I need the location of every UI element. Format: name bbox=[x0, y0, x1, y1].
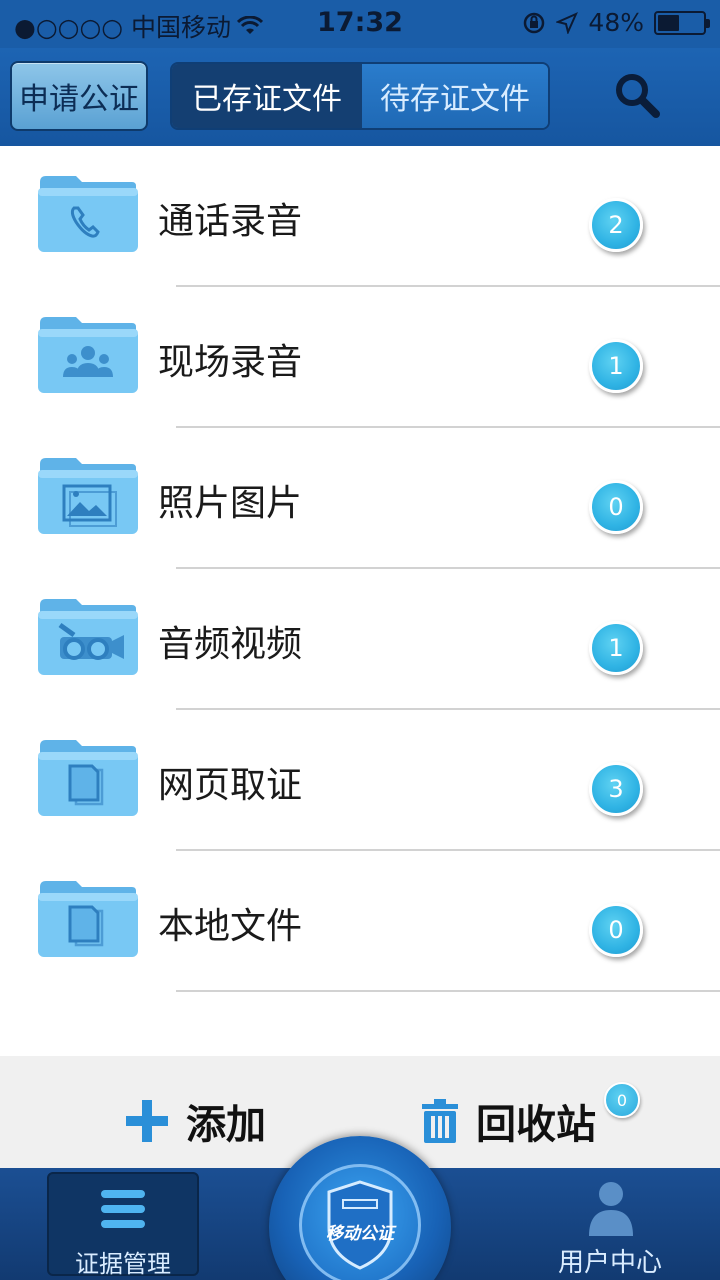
add-label: 添加 bbox=[186, 1102, 266, 1148]
nav-bar: 申请公证 已存证文件 待存证文件 bbox=[0, 48, 720, 146]
count-badge: 1 bbox=[589, 339, 643, 393]
trash-icon bbox=[422, 1099, 458, 1143]
add-button[interactable]: 添加 bbox=[124, 1092, 266, 1150]
count-badge: 1 bbox=[589, 621, 643, 675]
search-icon[interactable] bbox=[612, 70, 662, 120]
list-item-web-evidence[interactable]: 网页取证 3 bbox=[0, 710, 720, 851]
recycle-bin-button[interactable]: 回收站 bbox=[420, 1092, 596, 1150]
folder-phone-icon bbox=[38, 176, 138, 252]
list-item-photos[interactable]: 照片图片 0 bbox=[0, 428, 720, 569]
list-item-audio-video[interactable]: 音频视频 1 bbox=[0, 569, 720, 710]
recycle-label: 回收站 bbox=[476, 1102, 596, 1148]
battery-level bbox=[658, 14, 680, 31]
item-label: 现场录音 bbox=[158, 342, 303, 383]
list-item-call-recording[interactable]: 通话录音 2 bbox=[0, 146, 720, 287]
count-badge: 0 bbox=[589, 480, 643, 534]
tab-stored-files[interactable]: 已存证文件 bbox=[172, 64, 362, 128]
list-item-local-files[interactable]: 本地文件 0 bbox=[0, 851, 720, 992]
tab-user-center[interactable]: 用户中心 bbox=[540, 1172, 680, 1278]
status-bar: ●○○○○ 中国移动 17:32 48% bbox=[0, 0, 720, 48]
count-badge: 3 bbox=[589, 762, 643, 816]
tab-user-label: 用户中心 bbox=[557, 1248, 662, 1278]
menu-icon bbox=[101, 1190, 145, 1228]
item-label: 音频视频 bbox=[158, 624, 303, 665]
recycle-count-badge: 0 bbox=[604, 1082, 640, 1118]
battery-percent: 48% bbox=[588, 8, 644, 37]
folder-image-icon bbox=[38, 458, 138, 534]
item-label: 网页取证 bbox=[158, 765, 303, 806]
emblem-text: 移动公证 bbox=[326, 1224, 394, 1244]
list-item-live-recording[interactable]: 现场录音 1 bbox=[0, 287, 720, 428]
segmented-control: 已存证文件 待存证文件 bbox=[170, 62, 550, 130]
divider bbox=[176, 990, 720, 992]
tab-pending-files[interactable]: 待存证文件 bbox=[362, 64, 548, 128]
tab-evidence-management[interactable]: 证据管理 bbox=[47, 1172, 199, 1278]
apply-notarization-button[interactable]: 申请公证 bbox=[10, 61, 148, 131]
folder-document-icon bbox=[38, 881, 138, 957]
item-label: 照片图片 bbox=[158, 483, 303, 524]
rotation-lock-icon bbox=[524, 12, 545, 33]
plus-icon bbox=[126, 1100, 168, 1142]
item-label: 本地文件 bbox=[158, 906, 303, 947]
folder-people-icon bbox=[38, 317, 138, 393]
item-label: 通话录音 bbox=[158, 201, 303, 242]
status-right-group: 48% bbox=[522, 8, 710, 37]
folder-video-camera-icon bbox=[38, 599, 138, 675]
shield-emblem-icon: 移动公证 bbox=[299, 1164, 421, 1280]
count-badge: 2 bbox=[589, 198, 643, 252]
user-icon bbox=[589, 1182, 633, 1236]
tab-evidence-label: 证据管理 bbox=[75, 1250, 171, 1278]
location-icon bbox=[556, 11, 579, 34]
battery-icon bbox=[654, 10, 710, 35]
category-list: 通话录音 2 现场录音 1 照片图片 0 音频视频 1 网页取证 3 本地文件 … bbox=[0, 146, 720, 992]
count-badge: 0 bbox=[589, 903, 643, 957]
folder-document-icon bbox=[38, 740, 138, 816]
